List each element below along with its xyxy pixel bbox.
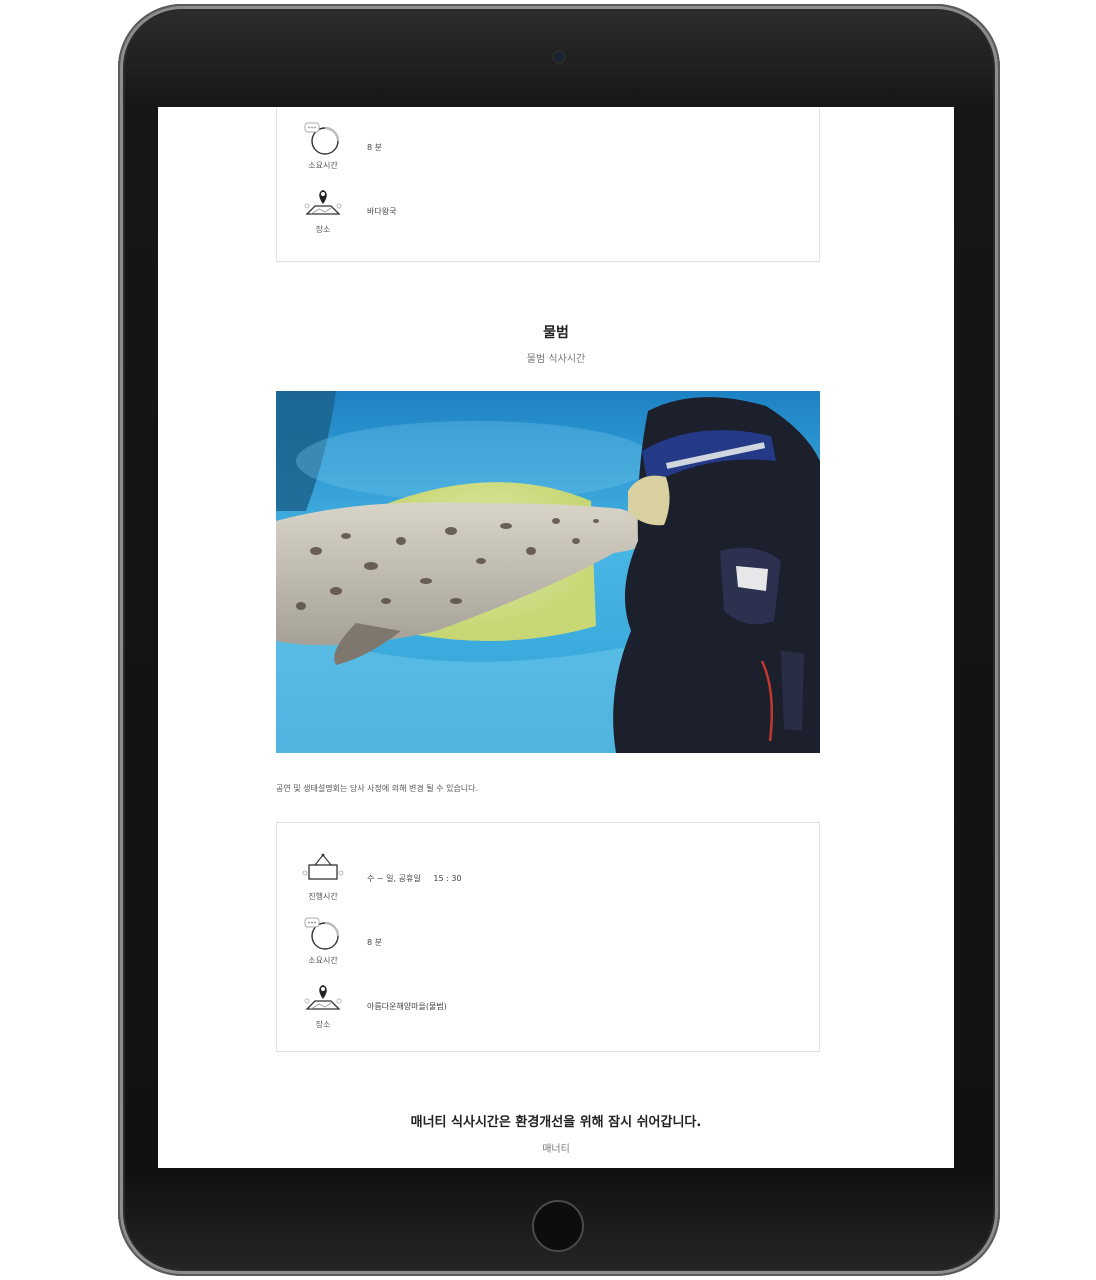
info-row-location: 장소 바다왕국 (277, 184, 819, 244)
info-label: 장소 (315, 1020, 331, 1029)
home-button[interactable] (532, 1200, 584, 1252)
info-label: 진행시간 (308, 892, 338, 901)
info-row-schedule: 진행시간 수 ~ 일, 공휴일 15 : 30 (277, 851, 819, 911)
map-pin-icon (304, 985, 342, 1010)
hanging-sign-icon (302, 853, 344, 880)
section-title-manatee: 매너티 식사시간은 환경개선을 위해 잠시 쉬어갑니다. (410, 1115, 702, 1130)
info-value: 바다왕국 (367, 207, 397, 216)
info-row-duration: 소요시간 8 분 (277, 120, 819, 180)
info-row-location: 장소 아름다운해양마을(물범) (277, 979, 819, 1039)
info-value: 8 분 (367, 938, 382, 947)
section-subtitle-seal: 물범 식사시간 (526, 354, 586, 365)
section-subtitle-manatee: 매너티 (542, 1144, 570, 1155)
front-camera (554, 52, 564, 62)
stopwatch-icon (304, 917, 340, 950)
map-pin-icon (304, 190, 342, 215)
section-title-seal: 물범 (543, 325, 569, 341)
info-box-top: 소요시간 8 분 장소 바다왕국 (276, 107, 820, 262)
info-value: 수 ~ 일, 공휴일 15 : 30 (367, 874, 462, 883)
info-label: 장소 (315, 225, 331, 234)
screen: 소요시간 8 분 장소 바다왕국 물범 물범 식사시간 공연 및 생태설명회는 … (158, 107, 954, 1168)
info-box-seal: 진행시간 수 ~ 일, 공휴일 15 : 30 소요시간 8 분 장소 아름다운… (276, 822, 820, 1052)
seal-diver-photo (276, 391, 820, 753)
info-label: 소요시간 (308, 161, 338, 170)
info-value: 아름다운해양마을(물범) (367, 1002, 447, 1011)
info-label: 소요시간 (308, 956, 338, 965)
notice-text: 공연 및 생태설명회는 당사 사정에 의해 변경 될 수 있습니다. (276, 784, 479, 793)
stopwatch-icon (304, 122, 340, 155)
info-value: 8 분 (367, 143, 382, 152)
info-row-duration: 소요시간 8 분 (277, 915, 819, 975)
